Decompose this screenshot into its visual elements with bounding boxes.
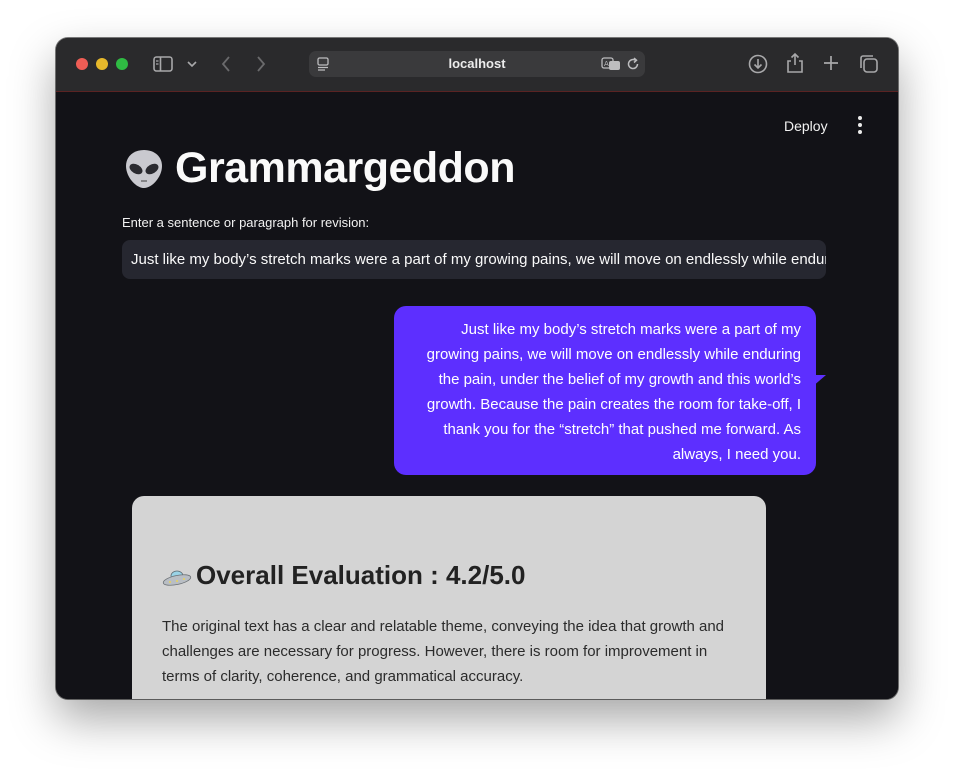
chevron-down-icon[interactable]	[186, 57, 198, 71]
input-label: Enter a sentence or paragraph for revisi…	[122, 215, 370, 230]
ufo-icon	[162, 565, 192, 587]
browser-window: localhost A Deploy Grammargeddon Enter a…	[56, 38, 898, 699]
user-message-text: Just like my body’s stretch marks were a…	[426, 321, 801, 463]
deploy-button[interactable]: Deploy	[784, 118, 828, 134]
title-text: Grammargeddon	[175, 144, 515, 192]
page-title: Grammargeddon	[122, 144, 515, 193]
url-text: localhost	[448, 56, 506, 71]
sentence-input-value: Just like my body’s stretch marks were a…	[131, 251, 826, 268]
download-icon[interactable]	[746, 52, 770, 76]
app-content: Deploy Grammargeddon Enter a sentence or…	[56, 92, 898, 699]
address-bar[interactable]: localhost A	[309, 51, 645, 77]
evaluation-heading: Overall Evaluation : 4.2/5.0	[162, 560, 525, 591]
translate-icon[interactable]: A	[601, 56, 621, 72]
kebab-menu-icon[interactable]	[854, 116, 866, 136]
sidebar-icon[interactable]	[152, 53, 174, 75]
evaluation-card: Overall Evaluation : 4.2/5.0 The origina…	[132, 496, 766, 699]
minimize-window-button[interactable]	[96, 58, 108, 70]
plus-icon[interactable]	[821, 53, 841, 73]
svg-text:A: A	[604, 60, 609, 68]
browser-toolbar: localhost A	[56, 38, 898, 92]
evaluation-heading-text: Overall Evaluation : 4.2/5.0	[196, 560, 526, 590]
forward-icon[interactable]	[253, 54, 269, 74]
user-message-bubble: Just like my body’s stretch marks were a…	[394, 306, 816, 475]
back-icon[interactable]	[218, 54, 234, 74]
evaluation-body: The original text has a clear and relata…	[162, 618, 725, 685]
zoom-window-button[interactable]	[116, 58, 128, 70]
close-window-button[interactable]	[76, 58, 88, 70]
alien-icon	[122, 147, 166, 191]
share-icon[interactable]	[784, 50, 806, 76]
reload-icon[interactable]	[625, 56, 641, 72]
sentence-input[interactable]: Just like my body’s stretch marks were a…	[122, 240, 826, 279]
tabs-icon[interactable]	[858, 53, 880, 75]
